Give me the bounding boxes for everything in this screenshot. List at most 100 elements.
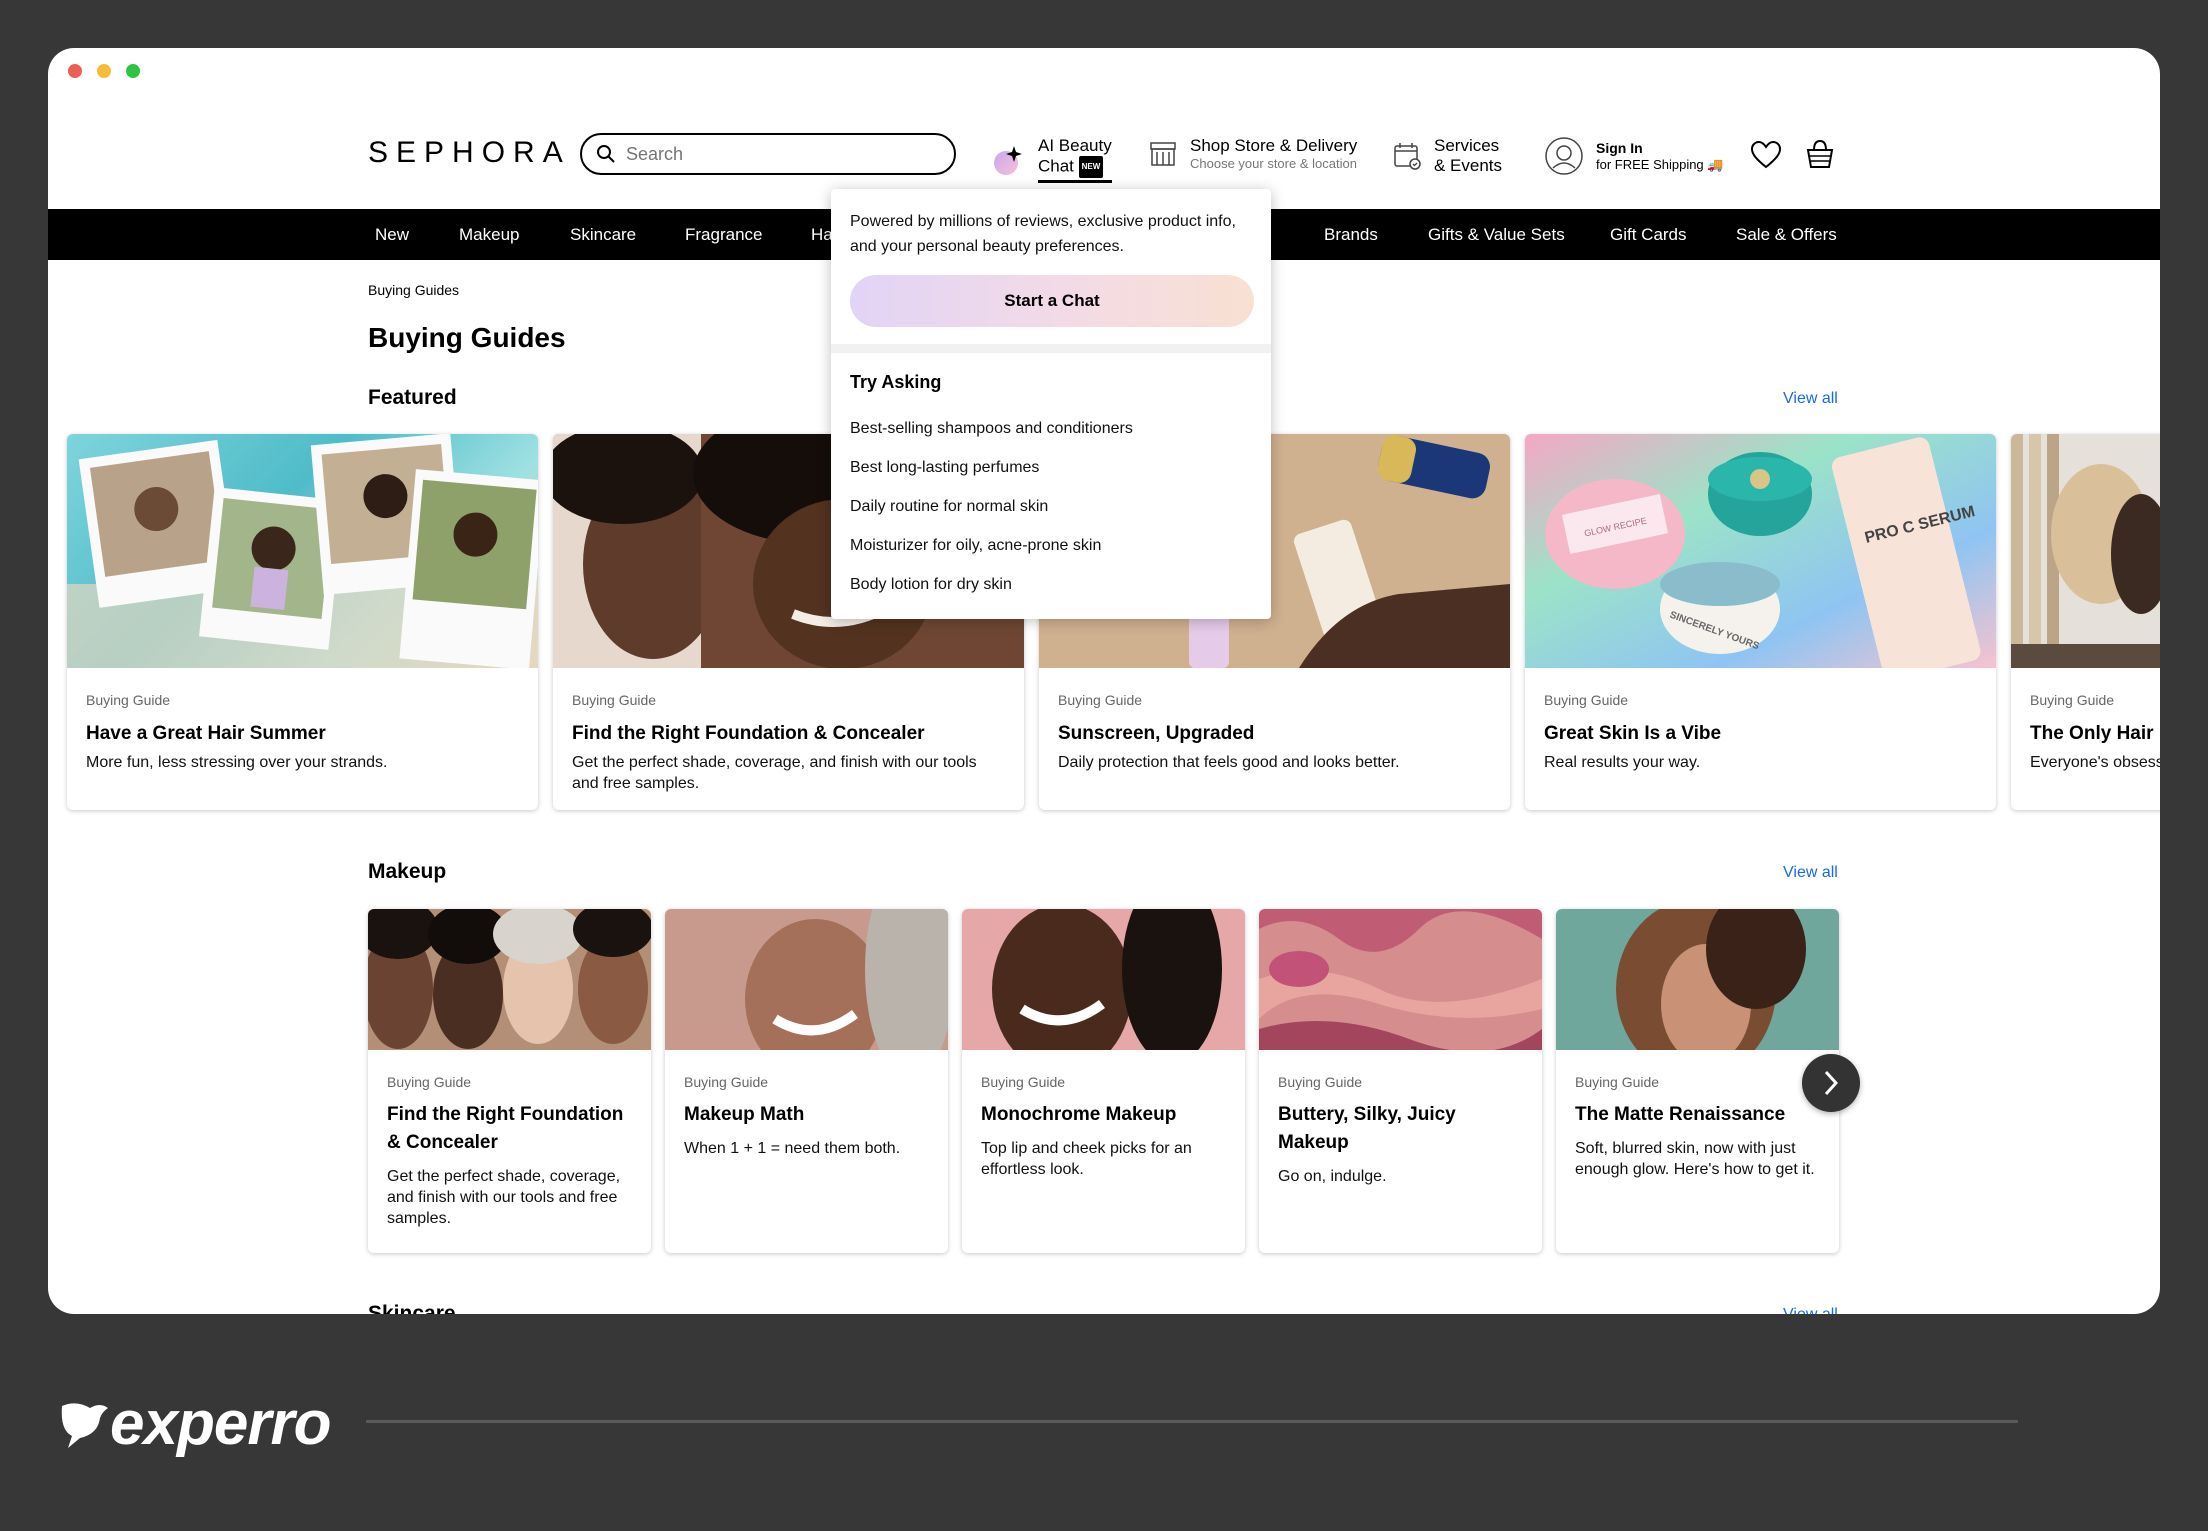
calendar-icon: [1394, 143, 1421, 170]
makeup-card[interactable]: Buying Guide The Matte Renaissance Soft,…: [1556, 909, 1839, 1253]
sign-in-link[interactable]: Sign In for FREE Shipping 🚚: [1544, 136, 1723, 176]
suggestion-item[interactable]: Body lotion for dry skin: [850, 576, 1012, 594]
suggestion-item[interactable]: Best-selling shampoos and conditioners: [850, 420, 1133, 438]
card-title: The Matte Renaissance: [1575, 1104, 1786, 1125]
ai-chat-label: Chat NEW: [1038, 156, 1112, 183]
card-description: Everyone's obsess: [2030, 754, 2160, 771]
close-window-button[interactable]: [68, 64, 82, 78]
search-icon: [597, 145, 615, 163]
new-badge: NEW: [1078, 156, 1104, 178]
card-kicker: Buying Guide: [86, 692, 171, 708]
sign-in-subtitle: for FREE Shipping 🚚: [1596, 157, 1724, 172]
shop-store-title: Shop Store & Delivery: [1190, 136, 1358, 155]
featured-card[interactable]: Buying Guide Have a Great Hair Summer Mo…: [67, 434, 538, 810]
matte-renaissance-image: [1556, 909, 1839, 1050]
great-skin-image: GLOW RECIPE SINCERELY YOURS PRO C SERUM: [1525, 434, 1996, 668]
card-kicker: Buying Guide: [387, 1074, 472, 1090]
card-description: Get the perfect shade, coverage, and fin…: [572, 754, 977, 792]
suggestion-item[interactable]: Best long-lasting perfumes: [850, 459, 1039, 477]
popover-divider: [831, 344, 1271, 353]
card-kicker: Buying Guide: [1575, 1074, 1660, 1090]
nav-item-fragrance[interactable]: Fragrance: [685, 209, 762, 260]
card-kicker: Buying Guide: [572, 692, 657, 708]
featured-card[interactable]: GLOW RECIPE SINCERELY YOURS PRO C SERUM …: [1525, 434, 1996, 810]
card-description: Daily protection that feels good and loo…: [1058, 754, 1400, 771]
ai-chat-title: AI Beauty: [1038, 136, 1112, 155]
makeup-card[interactable]: Buying Guide Buttery, Silky, Juicy Makeu…: [1259, 909, 1542, 1253]
makeup-card[interactable]: Buying Guide Find the Right Foundation &…: [368, 909, 651, 1253]
search-input[interactable]: [626, 143, 926, 165]
experro-logo: experro: [56, 1388, 331, 1459]
nav-item-skincare[interactable]: Skincare: [570, 209, 636, 260]
basket-icon[interactable]: [1804, 138, 1836, 170]
suggestion-item[interactable]: Moisturizer for oily, acne-prone skin: [850, 537, 1101, 555]
card-title: Great Skin Is a Vibe: [1544, 723, 1722, 744]
store-icon: [1150, 141, 1176, 166]
shop-store-delivery[interactable]: Shop Store & Delivery Choose your store …: [1148, 136, 1357, 171]
sephora-logo[interactable]: SEPHORA: [368, 136, 571, 170]
card-title: The Only Hair E: [2030, 723, 2160, 744]
popover-intro: Powered by millions of reviews, exclusiv…: [850, 213, 1236, 255]
card-description: Top lip and cheek picks for an effortles…: [981, 1140, 1192, 1178]
skincare-title: Skincare: [368, 1302, 456, 1314]
makeup-math-image: [665, 909, 948, 1050]
card-description: Real results your way.: [1544, 754, 1701, 771]
breadcrumb[interactable]: Buying Guides: [368, 282, 459, 298]
try-asking-title: Try Asking: [850, 372, 942, 392]
chevron-right-icon: [1824, 1070, 1839, 1096]
card-title: Makeup Math: [684, 1104, 805, 1125]
minimize-window-button[interactable]: [97, 64, 111, 78]
card-title: Have a Great Hair Summer: [86, 723, 326, 744]
nav-item-hair[interactable]: Ha: [811, 209, 833, 260]
sign-in-title: Sign In: [1596, 140, 1643, 156]
makeup-title: Makeup: [368, 860, 447, 883]
makeup-card[interactable]: Buying Guide Makeup Math When 1 + 1 = ne…: [665, 909, 948, 1253]
monochrome-image: [962, 909, 1245, 1050]
ai-beauty-chat-link[interactable]: AI Beauty Chat NEW: [992, 136, 1112, 183]
foundation-group-image: [368, 909, 651, 1050]
heart-icon[interactable]: [1750, 140, 1782, 170]
avatar-icon: [1545, 137, 1583, 175]
featured-card[interactable]: Buying Guide The Only Hair E Everyone's …: [2011, 434, 2160, 810]
services-events[interactable]: Services & Events: [1392, 136, 1502, 176]
hair-essentials-image: [2011, 434, 2160, 668]
card-description: Soft, blurred skin, now with just enough…: [1575, 1140, 1815, 1178]
carousel-next-button[interactable]: [1802, 1054, 1860, 1112]
card-title: Find the Right Foundation & Concealer: [387, 1104, 624, 1153]
hair-summer-image: [67, 434, 538, 668]
card-kicker: Buying Guide: [981, 1074, 1066, 1090]
card-kicker: Buying Guide: [1058, 692, 1143, 708]
nav-item-makeup[interactable]: Makeup: [459, 209, 519, 260]
featured-title: Featured: [368, 386, 457, 409]
card-description: Get the perfect shade, coverage, and fin…: [387, 1168, 621, 1227]
card-title: Find the Right Foundation & Concealer: [572, 723, 925, 744]
card-description: When 1 + 1 = need them both.: [684, 1140, 901, 1157]
services-line1: Services: [1434, 136, 1500, 155]
start-chat-button[interactable]: Start a Chat: [850, 275, 1254, 327]
card-title: Monochrome Makeup: [981, 1104, 1177, 1125]
card-description: More fun, less stressing over your stran…: [86, 754, 388, 771]
card-kicker: Buying Guide: [1278, 1074, 1363, 1090]
nav-item-gift-cards[interactable]: Gift Cards: [1610, 209, 1687, 260]
suggestion-item[interactable]: Daily routine for normal skin: [850, 498, 1048, 516]
nav-item-sale[interactable]: Sale & Offers: [1736, 209, 1837, 260]
search-box[interactable]: [580, 133, 956, 175]
card-description: Go on, indulge.: [1278, 1168, 1387, 1185]
footer-divider: [366, 1420, 2018, 1423]
maximize-window-button[interactable]: [126, 64, 140, 78]
browser-window: SEPHORA AI Beauty Chat NEW Shop Store & …: [48, 48, 2160, 1314]
nav-item-brands[interactable]: Brands: [1324, 209, 1378, 260]
sparkle-icon: [994, 145, 1022, 175]
makeup-view-all-link[interactable]: View all: [1783, 864, 1838, 882]
card-kicker: Buying Guide: [684, 1074, 769, 1090]
nav-item-new[interactable]: New: [375, 209, 409, 260]
nav-item-gifts[interactable]: Gifts & Value Sets: [1428, 209, 1565, 260]
card-title: Buttery, Silky, Juicy Makeup: [1278, 1104, 1456, 1153]
makeup-card[interactable]: Buying Guide Monochrome Makeup Top lip a…: [962, 909, 1245, 1253]
window-controls: [68, 64, 140, 78]
buttery-makeup-image: [1259, 909, 1542, 1050]
skincare-view-all-link[interactable]: View all: [1783, 1306, 1838, 1314]
experro-wordmark: experro: [110, 1389, 331, 1458]
ai-chat-popover: Powered by millions of reviews, exclusiv…: [831, 189, 1271, 619]
featured-view-all-link[interactable]: View all: [1783, 390, 1838, 408]
